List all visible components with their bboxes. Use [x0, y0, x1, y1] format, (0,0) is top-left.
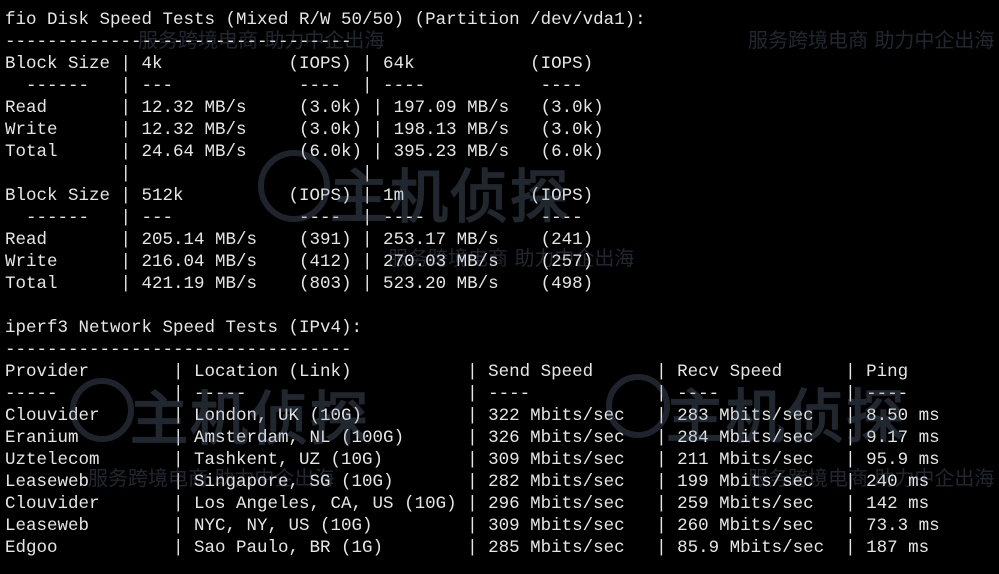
disk-row-total: Total | 24.64 MB/s (6.0k) | 395.23 MB/s … [5, 142, 604, 162]
disk-header-row: Block Size | 4k (IOPS) | 64k (IOPS) [5, 54, 594, 74]
network-header-separator: ----- | ----- | ---- | ---- | ---- [5, 384, 909, 404]
disk-header-row: Block Size | 512k (IOPS) | 1m (IOPS) [5, 186, 594, 206]
network-row: Clouvider | Los Angeles, CA, US (10G) | … [5, 494, 930, 514]
network-header-row: Provider | Location (Link) | Send Speed … [5, 362, 909, 382]
disk-row-total: Total | 421.19 MB/s (803) | 523.20 MB/s … [5, 274, 594, 294]
network-row: Clouvider | London, UK (10G) | 322 Mbits… [5, 406, 940, 426]
disk-header-separator: ------ | --- ---- | ---- ---- [5, 208, 583, 228]
network-test-divider: --------------------------------- [5, 340, 352, 360]
disk-row-write: Write | 216.04 MB/s (412) | 270.03 MB/s … [5, 252, 594, 272]
network-row: Leaseweb | NYC, NY, US (10G) | 309 Mbits… [5, 516, 940, 536]
network-row: Leaseweb | Singapore, SG (10G) | 282 Mbi… [5, 472, 930, 492]
disk-row-write: Write | 12.32 MB/s (3.0k) | 198.13 MB/s … [5, 120, 604, 140]
network-row: Edgoo | Sao Paulo, BR (1G) | 285 Mbits/s… [5, 538, 930, 558]
network-test-title: iperf3 Network Speed Tests (IPv4): [5, 318, 363, 338]
network-row: Eranium | Amsterdam, NL (100G) | 326 Mbi… [5, 428, 940, 448]
disk-test-title: fio Disk Speed Tests (Mixed R/W 50/50) (… [5, 10, 646, 30]
terminal-output: fio Disk Speed Tests (Mixed R/W 50/50) (… [5, 9, 995, 569]
disk-row-read: Read | 205.14 MB/s (391) | 253.17 MB/s (… [5, 230, 594, 250]
disk-row-read: Read | 12.32 MB/s (3.0k) | 197.09 MB/s (… [5, 98, 604, 118]
disk-header-separator: ------ | --- ---- | ---- ---- [5, 76, 583, 96]
disk-test-divider: --------------------------------- [5, 32, 352, 52]
disk-spacer-row: | | [5, 164, 373, 184]
network-row: Uztelecom | Tashkent, UZ (10G) | 309 Mbi… [5, 450, 940, 470]
